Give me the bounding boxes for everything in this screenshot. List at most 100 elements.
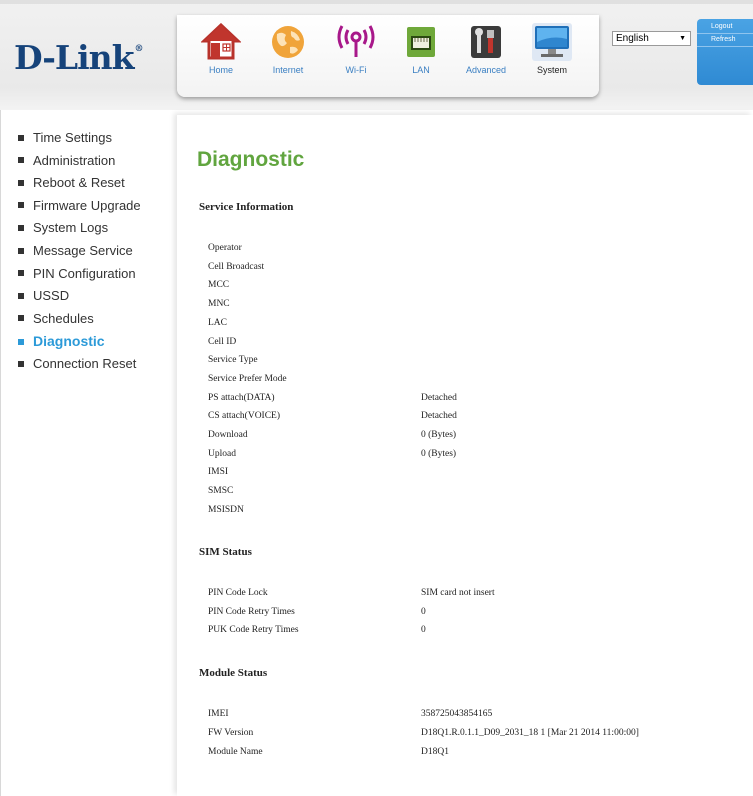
bullet-icon bbox=[18, 157, 24, 164]
field-label: Operator bbox=[208, 243, 242, 253]
sidebar-item-diagnostic[interactable]: Diagnostic bbox=[18, 331, 141, 354]
user-menu: Logout Refresh bbox=[697, 19, 753, 85]
field-label: LAC bbox=[208, 317, 227, 328]
sidebar-item-label: Administration bbox=[33, 152, 116, 168]
bullet-icon bbox=[18, 360, 24, 367]
nav-internet[interactable]: Internet bbox=[257, 19, 319, 75]
main-nav: Home Internet Wi-Fi LAN Advanced System bbox=[177, 15, 599, 97]
sidebar-item-label: Message Service bbox=[33, 242, 133, 258]
field-value: 0 bbox=[421, 606, 426, 617]
nav-system-label: System bbox=[536, 65, 567, 75]
bullet-icon bbox=[18, 292, 24, 299]
sidebar-item-label: Diagnostic bbox=[33, 333, 105, 350]
sidebar-item-pin-configuration[interactable]: PIN Configuration bbox=[18, 264, 141, 287]
refresh-link[interactable]: Refresh bbox=[697, 34, 753, 43]
bullet-icon bbox=[18, 202, 24, 209]
computer-icon bbox=[532, 23, 572, 61]
nav-system[interactable]: System bbox=[521, 19, 583, 75]
field-value: 0 (Bytes) bbox=[421, 430, 457, 440]
field-label: Upload bbox=[208, 448, 236, 459]
wifi-icon bbox=[336, 23, 376, 61]
sidebar-item-message-service[interactable]: Message Service bbox=[18, 241, 141, 264]
logo-text: D-Link bbox=[14, 38, 135, 77]
sidebar-item-label: Schedules bbox=[33, 310, 94, 326]
bullet-icon bbox=[18, 134, 24, 141]
sidebar-item-label: Reboot & Reset bbox=[33, 175, 125, 191]
field-label: IMSI bbox=[208, 467, 229, 478]
field-label: Service Prefer Mode bbox=[208, 373, 287, 384]
bullet-icon bbox=[18, 315, 24, 322]
sidebar-menu: Time Settings Administration Reboot & Re… bbox=[18, 128, 141, 377]
sidebar-item-schedules[interactable]: Schedules bbox=[18, 309, 141, 332]
sidebar-item-label: Connection Reset bbox=[33, 355, 137, 371]
left-border bbox=[0, 110, 1, 796]
field-label: PS attach(DATA) bbox=[208, 392, 275, 403]
field-label: Cell ID bbox=[208, 336, 237, 347]
field-label: Cell Broadcast bbox=[208, 261, 265, 272]
field-label: PIN Code Retry Times bbox=[208, 606, 295, 617]
field-value: 0 bbox=[421, 625, 426, 635]
home-icon bbox=[200, 22, 242, 61]
dlink-logo: D-Link® bbox=[14, 38, 144, 77]
bullet-icon bbox=[18, 224, 24, 231]
globe-icon bbox=[268, 23, 308, 61]
section-heading-service-information: Service Information bbox=[199, 201, 294, 213]
sidebar-item-firmware-upgrade[interactable]: Firmware Upgrade bbox=[18, 196, 141, 219]
bullet-icon bbox=[18, 338, 24, 345]
field-label: CS attach(VOICE) bbox=[208, 411, 281, 422]
field-value: D18Q1 bbox=[421, 747, 449, 757]
top-divider bbox=[0, 0, 753, 4]
bullet-icon bbox=[18, 179, 24, 186]
field-value: Detached bbox=[421, 411, 457, 422]
registered-mark: ® bbox=[134, 44, 144, 54]
nav-advanced[interactable]: Advanced bbox=[455, 19, 517, 75]
field-value: 0 (Bytes) bbox=[421, 448, 457, 459]
language-selected: English bbox=[616, 33, 649, 44]
field-label: FW Version bbox=[208, 728, 254, 738]
sidebar-item-label: USSD bbox=[33, 288, 70, 304]
sidebar-item-connection-reset[interactable]: Connection Reset bbox=[18, 354, 141, 377]
field-label: Download bbox=[208, 430, 248, 440]
field-label: PUK Code Retry Times bbox=[208, 625, 299, 635]
section-heading-sim-status: SIM Status bbox=[199, 546, 252, 558]
field-label: Service Type bbox=[208, 355, 258, 366]
nav-internet-label: Internet bbox=[272, 65, 304, 75]
field-label: MSISDN bbox=[208, 504, 244, 515]
sidebar-item-reboot-reset[interactable]: Reboot & Reset bbox=[18, 173, 141, 196]
sidebar-item-label: Firmware Upgrade bbox=[33, 197, 141, 213]
sidebar-item-ussd[interactable]: USSD bbox=[18, 286, 141, 309]
logout-link[interactable]: Logout bbox=[697, 19, 753, 30]
page-title: Diagnostic bbox=[197, 148, 305, 171]
sidebar-item-time-settings[interactable]: Time Settings bbox=[18, 128, 141, 151]
tools-icon bbox=[466, 23, 506, 61]
sidebar-item-administration[interactable]: Administration bbox=[18, 151, 141, 174]
field-label: MNC bbox=[208, 299, 230, 310]
bullet-icon bbox=[18, 270, 24, 277]
sidebar-item-system-logs[interactable]: System Logs bbox=[18, 218, 141, 241]
section-heading-module-status: Module Status bbox=[199, 667, 268, 679]
field-label: MCC bbox=[208, 280, 230, 291]
nav-advanced-label: Advanced bbox=[465, 65, 507, 75]
field-value: SIM card not insert bbox=[421, 588, 495, 598]
sidebar-item-label: PIN Configuration bbox=[33, 265, 136, 281]
lan-icon bbox=[401, 23, 441, 61]
content-panel bbox=[177, 115, 753, 796]
chevron-down-icon: ▼ bbox=[679, 35, 686, 42]
nav-home[interactable]: Home bbox=[190, 19, 252, 75]
user-menu-divider bbox=[697, 46, 753, 47]
field-label: SMSC bbox=[208, 486, 234, 497]
field-label: PIN Code Lock bbox=[208, 588, 268, 598]
bullet-icon bbox=[18, 247, 24, 254]
nav-wifi-label: Wi-Fi bbox=[345, 65, 367, 75]
language-select[interactable]: English ▼ bbox=[612, 31, 691, 46]
nav-lan[interactable]: LAN bbox=[390, 19, 452, 75]
field-label: IMEI bbox=[208, 709, 229, 719]
nav-home-label: Home bbox=[208, 65, 233, 75]
field-value: D18Q1.R.0.1.1_D09_2031_18 1 [Mar 21 2014… bbox=[421, 728, 639, 738]
field-label: Module Name bbox=[208, 747, 263, 757]
header-bar: D-Link® Home Internet Wi-Fi LAN Advanced… bbox=[0, 0, 753, 110]
nav-lan-label: LAN bbox=[412, 65, 430, 75]
nav-wifi[interactable]: Wi-Fi bbox=[325, 19, 387, 75]
field-value: 358725043854165 bbox=[421, 709, 493, 719]
field-value: Detached bbox=[421, 392, 457, 403]
